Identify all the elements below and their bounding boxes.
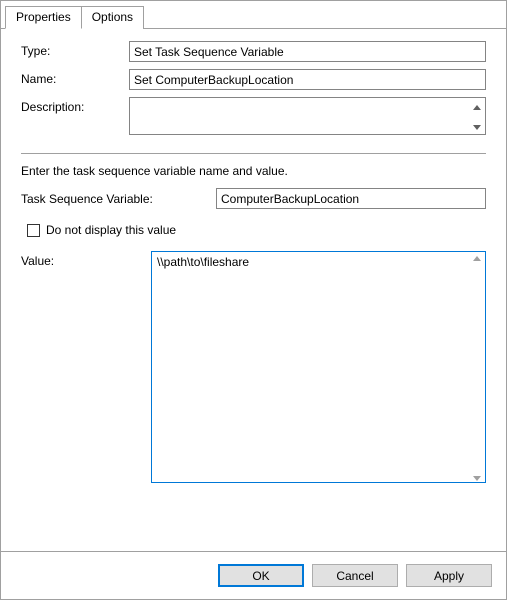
tab-bar: Properties Options	[1, 1, 506, 29]
ok-button[interactable]: OK	[218, 564, 304, 587]
description-field[interactable]	[129, 97, 486, 135]
description-scroll-down[interactable]	[469, 118, 485, 138]
name-label: Name:	[21, 69, 129, 86]
divider	[21, 153, 486, 154]
content-area: Type: Name: Description:	[1, 29, 506, 551]
tab-options[interactable]: Options	[81, 6, 144, 29]
task-sequence-variable-field[interactable]	[216, 188, 486, 209]
type-field[interactable]	[129, 41, 486, 62]
apply-button[interactable]: Apply	[406, 564, 492, 587]
cancel-button[interactable]: Cancel	[312, 564, 398, 587]
value-scroll-up[interactable]	[469, 253, 485, 264]
instruction-text: Enter the task sequence variable name an…	[21, 164, 486, 178]
type-label: Type:	[21, 41, 129, 58]
tab-properties[interactable]: Properties	[5, 6, 82, 29]
properties-dialog: Properties Options Type: Name: Descripti…	[0, 0, 507, 600]
do-not-display-checkbox[interactable]	[27, 224, 40, 237]
description-scroll-up[interactable]	[469, 98, 485, 118]
task-sequence-variable-label: Task Sequence Variable:	[21, 192, 216, 206]
value-label: Value:	[21, 251, 151, 268]
name-field[interactable]	[129, 69, 486, 90]
button-bar: OK Cancel Apply	[1, 551, 506, 599]
value-scroll-down[interactable]	[469, 474, 485, 485]
value-scroll-track[interactable]	[469, 264, 485, 474]
do-not-display-label: Do not display this value	[46, 223, 176, 237]
description-label: Description:	[21, 97, 129, 114]
value-field[interactable]	[151, 251, 486, 483]
